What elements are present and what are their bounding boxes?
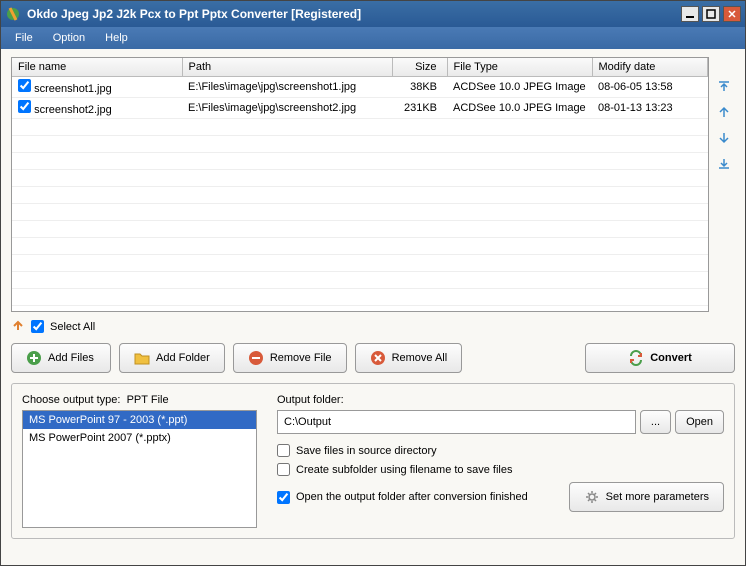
browse-button[interactable]: ... — [640, 410, 671, 434]
remove-all-icon — [370, 350, 386, 366]
gear-icon — [584, 489, 600, 505]
convert-icon — [628, 350, 644, 366]
cell-size: 38KB — [392, 77, 447, 98]
row-checkbox[interactable] — [18, 79, 31, 92]
add-files-button[interactable]: Add Files — [11, 343, 111, 373]
output-folder-input[interactable] — [277, 410, 636, 434]
up-folder-icon[interactable] — [11, 318, 25, 335]
close-button[interactable] — [723, 6, 741, 22]
titlebar: Okdo Jpeg Jp2 J2k Pcx to Ppt Pptx Conver… — [1, 1, 745, 27]
window-title: Okdo Jpeg Jp2 J2k Pcx to Ppt Pptx Conver… — [27, 7, 681, 21]
menu-file[interactable]: File — [9, 30, 39, 46]
table-row[interactable]: screenshot1.jpg E:\Files\image\jpg\scree… — [12, 77, 708, 98]
cell-path: E:\Files\image\jpg\screenshot2.jpg — [182, 98, 392, 119]
cell-filetype: ACDSee 10.0 JPEG Image — [447, 77, 592, 98]
column-header-path[interactable]: Path — [182, 58, 392, 77]
menu-option[interactable]: Option — [47, 30, 91, 46]
save-in-source-checkbox[interactable] — [277, 444, 290, 457]
list-item[interactable]: MS PowerPoint 97 - 2003 (*.ppt) — [23, 411, 256, 429]
create-subfolder-checkbox[interactable] — [277, 463, 290, 476]
output-folder-label: Output folder: — [277, 394, 724, 406]
add-files-icon — [26, 350, 42, 366]
move-top-button[interactable] — [715, 77, 733, 95]
cell-filename: screenshot1.jpg — [34, 83, 112, 95]
column-header-modify[interactable]: Modify date — [592, 58, 708, 77]
output-type-listbox[interactable]: MS PowerPoint 97 - 2003 (*.ppt) MS Power… — [22, 410, 257, 528]
output-type-label: Choose output type: PPT File — [22, 394, 257, 406]
column-header-size[interactable]: Size — [392, 58, 447, 77]
app-logo-icon — [5, 6, 21, 22]
remove-all-label: Remove All — [392, 352, 448, 364]
menubar: File Option Help — [1, 27, 745, 49]
column-header-filename[interactable]: File name — [12, 58, 182, 77]
save-in-source-label: Save files in source directory — [296, 445, 437, 457]
menu-help[interactable]: Help — [99, 30, 134, 46]
file-list-table[interactable]: File name Path Size File Type Modify dat… — [11, 57, 709, 312]
add-folder-icon — [134, 350, 150, 366]
set-more-parameters-button[interactable]: Set more parameters — [569, 482, 724, 512]
convert-button[interactable]: Convert — [585, 343, 735, 373]
add-folder-label: Add Folder — [156, 352, 210, 364]
remove-all-button[interactable]: Remove All — [355, 343, 463, 373]
add-files-label: Add Files — [48, 352, 94, 364]
move-up-button[interactable] — [715, 103, 733, 121]
convert-label: Convert — [650, 352, 692, 364]
set-more-label: Set more parameters — [606, 491, 709, 503]
move-bottom-button[interactable] — [715, 155, 733, 173]
move-down-button[interactable] — [715, 129, 733, 147]
remove-file-label: Remove File — [270, 352, 332, 364]
column-header-filetype[interactable]: File Type — [447, 58, 592, 77]
cell-path: E:\Files\image\jpg\screenshot1.jpg — [182, 77, 392, 98]
minimize-button[interactable] — [681, 6, 699, 22]
open-after-label: Open the output folder after conversion … — [296, 491, 528, 503]
table-row[interactable]: screenshot2.jpg E:\Files\image\jpg\scree… — [12, 98, 708, 119]
list-item[interactable]: MS PowerPoint 2007 (*.pptx) — [23, 429, 256, 447]
cell-modify: 08-06-05 13:58 — [592, 77, 708, 98]
cell-modify: 08-01-13 13:23 — [592, 98, 708, 119]
create-subfolder-label: Create subfolder using filename to save … — [296, 464, 512, 476]
add-folder-button[interactable]: Add Folder — [119, 343, 225, 373]
cell-size: 231KB — [392, 98, 447, 119]
remove-file-icon — [248, 350, 264, 366]
select-all-label: Select All — [50, 321, 95, 333]
select-all-checkbox[interactable] — [31, 320, 44, 333]
maximize-button[interactable] — [702, 6, 720, 22]
open-after-checkbox[interactable] — [277, 491, 290, 504]
cell-filetype: ACDSee 10.0 JPEG Image — [447, 98, 592, 119]
open-folder-button[interactable]: Open — [675, 410, 724, 434]
row-checkbox[interactable] — [18, 100, 31, 113]
cell-filename: screenshot2.jpg — [34, 104, 112, 116]
remove-file-button[interactable]: Remove File — [233, 343, 347, 373]
